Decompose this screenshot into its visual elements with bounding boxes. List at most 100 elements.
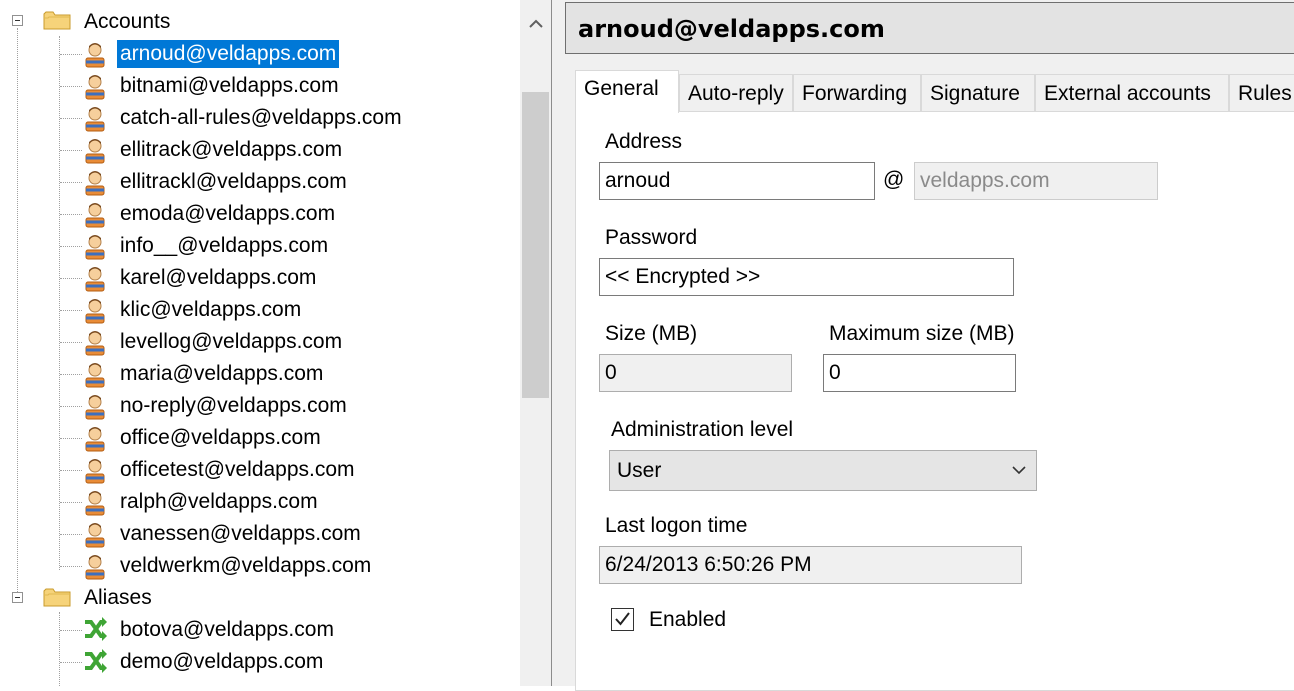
tree-item-account[interactable]: info__@veldapps.com [117, 232, 331, 260]
tree-connector [17, 28, 18, 598]
password-label: Password [605, 226, 698, 249]
tree-item-account[interactable]: no-reply@veldapps.com [117, 392, 350, 420]
size-label: Size (MB) [605, 322, 698, 345]
tree-connector [60, 438, 82, 439]
tree-connector [60, 406, 82, 407]
tree-connector [60, 246, 82, 247]
tree-item-account[interactable]: bitnami@veldapps.com [117, 72, 342, 100]
tree-item-account[interactable]: maria@veldapps.com [117, 360, 326, 388]
tree-item-account[interactable]: catch-all-rules@veldapps.com [117, 104, 405, 132]
user-account-icon [82, 488, 108, 516]
tree-connector [60, 374, 82, 375]
account-header: arnoud@veldapps.com [565, 2, 1294, 54]
tab-auto-reply[interactable]: Auto-reply [679, 74, 793, 112]
tree-item-account[interactable]: vanessen@veldapps.com [117, 520, 364, 548]
tab-general[interactable]: General [575, 70, 679, 113]
tree-connector [60, 470, 82, 471]
tree-connector [59, 36, 60, 570]
tree-connector [60, 310, 82, 311]
chevron-up-icon [528, 19, 543, 28]
user-account-icon [82, 136, 108, 164]
tab-rules[interactable]: Rules [1229, 74, 1294, 112]
user-account-icon [82, 520, 108, 548]
user-account-icon [82, 392, 108, 420]
pane-splitter[interactable] [551, 0, 566, 686]
tree-connector [60, 630, 82, 631]
folder-icon [43, 588, 71, 607]
tree-connector [60, 502, 82, 503]
aliases-collapse-icon[interactable] [12, 592, 23, 603]
tree-item-alias[interactable]: botova@veldapps.com [117, 616, 337, 644]
tree-connector [60, 534, 82, 535]
tree-item-account[interactable]: ralph@veldapps.com [117, 488, 321, 516]
general-tab-panel: Address arnoud @ veldapps.com Password <… [575, 111, 1294, 691]
admin-level-select[interactable]: User [609, 450, 1037, 491]
tree-connector [60, 566, 82, 567]
tree-connector [60, 54, 82, 55]
tree-connector [60, 118, 82, 119]
accounts-collapse-icon[interactable] [12, 15, 23, 26]
max-size-label: Maximum size (MB) [829, 322, 1015, 345]
tree-item-account[interactable]: karel@veldapps.com [117, 264, 319, 292]
tree-item-alias[interactable]: demo@veldapps.com [117, 648, 326, 676]
user-account-icon [82, 360, 108, 388]
tree-item-account[interactable]: veldwerkm@veldapps.com [117, 552, 374, 580]
tree-item-account[interactable]: ellitrackl@veldapps.com [117, 168, 350, 196]
tree-connector [60, 214, 82, 215]
tree-connector [59, 612, 60, 686]
enabled-checkbox[interactable] [611, 608, 634, 631]
at-sign: @ [883, 168, 905, 191]
user-account-icon [82, 72, 108, 100]
user-account-icon [82, 200, 108, 228]
tab-external-accounts[interactable]: External accounts [1035, 74, 1229, 112]
user-account-icon [82, 264, 108, 292]
password-input[interactable]: << Encrypted >> [599, 258, 1014, 296]
tree-item-account[interactable]: ellitrack@veldapps.com [117, 136, 345, 164]
tab-forwarding[interactable]: Forwarding [793, 74, 921, 112]
scroll-thumb[interactable] [522, 92, 549, 398]
user-account-icon [82, 232, 108, 260]
tree-item-account[interactable]: office@veldapps.com [117, 424, 324, 452]
user-account-icon [82, 456, 108, 484]
user-account-icon [82, 168, 108, 196]
account-title: arnoud@veldapps.com [578, 15, 885, 43]
user-account-icon [82, 40, 108, 68]
last-logon-field: 6/24/2013 6:50:26 PM [599, 546, 1022, 584]
domain-field: veldapps.com [914, 162, 1158, 200]
tree-connector [60, 86, 82, 87]
account-detail-pane: arnoud@veldapps.com General Auto-reply F… [565, 0, 1294, 691]
tree-connector [60, 182, 82, 183]
tree-node-accounts[interactable]: Accounts [81, 8, 173, 36]
alias-icon [82, 616, 108, 644]
folder-icon [43, 11, 71, 30]
tree-item-account[interactable]: emoda@veldapps.com [117, 200, 338, 228]
user-account-icon [82, 104, 108, 132]
user-account-icon [82, 328, 108, 356]
chevron-down-icon [1012, 466, 1026, 475]
tree-item-account[interactable]: officetest@veldapps.com [117, 456, 358, 484]
tree-item-account[interactable]: levellog@veldapps.com [117, 328, 345, 356]
tree-item-account[interactable]: klic@veldapps.com [117, 296, 304, 324]
user-account-icon [82, 552, 108, 580]
tree-connector [60, 342, 82, 343]
admin-level-label: Administration level [611, 418, 794, 441]
size-field: 0 [599, 354, 792, 392]
alias-icon [82, 648, 108, 676]
address-label: Address [605, 130, 683, 153]
user-account-icon [82, 424, 108, 452]
user-account-icon [82, 296, 108, 324]
tree-item-account[interactable]: arnoud@veldapps.com [117, 40, 340, 68]
enabled-label[interactable]: Enabled [649, 608, 726, 632]
accounts-tree[interactable]: Accounts arnoud@veldapps.com bitnami@veld… [0, 0, 520, 686]
last-logon-label: Last logon time [605, 514, 748, 537]
tab-signature[interactable]: Signature [921, 74, 1035, 112]
tree-connector [60, 150, 82, 151]
tree-connector [60, 662, 82, 663]
max-size-input[interactable]: 0 [823, 354, 1016, 392]
address-input[interactable]: arnoud [599, 162, 875, 200]
checkmark-icon [615, 612, 630, 626]
tree-node-aliases[interactable]: Aliases [81, 584, 155, 612]
scroll-up-button[interactable] [520, 0, 551, 48]
admin-level-value: User [617, 459, 662, 482]
tree-scrollbar[interactable] [520, 0, 551, 686]
